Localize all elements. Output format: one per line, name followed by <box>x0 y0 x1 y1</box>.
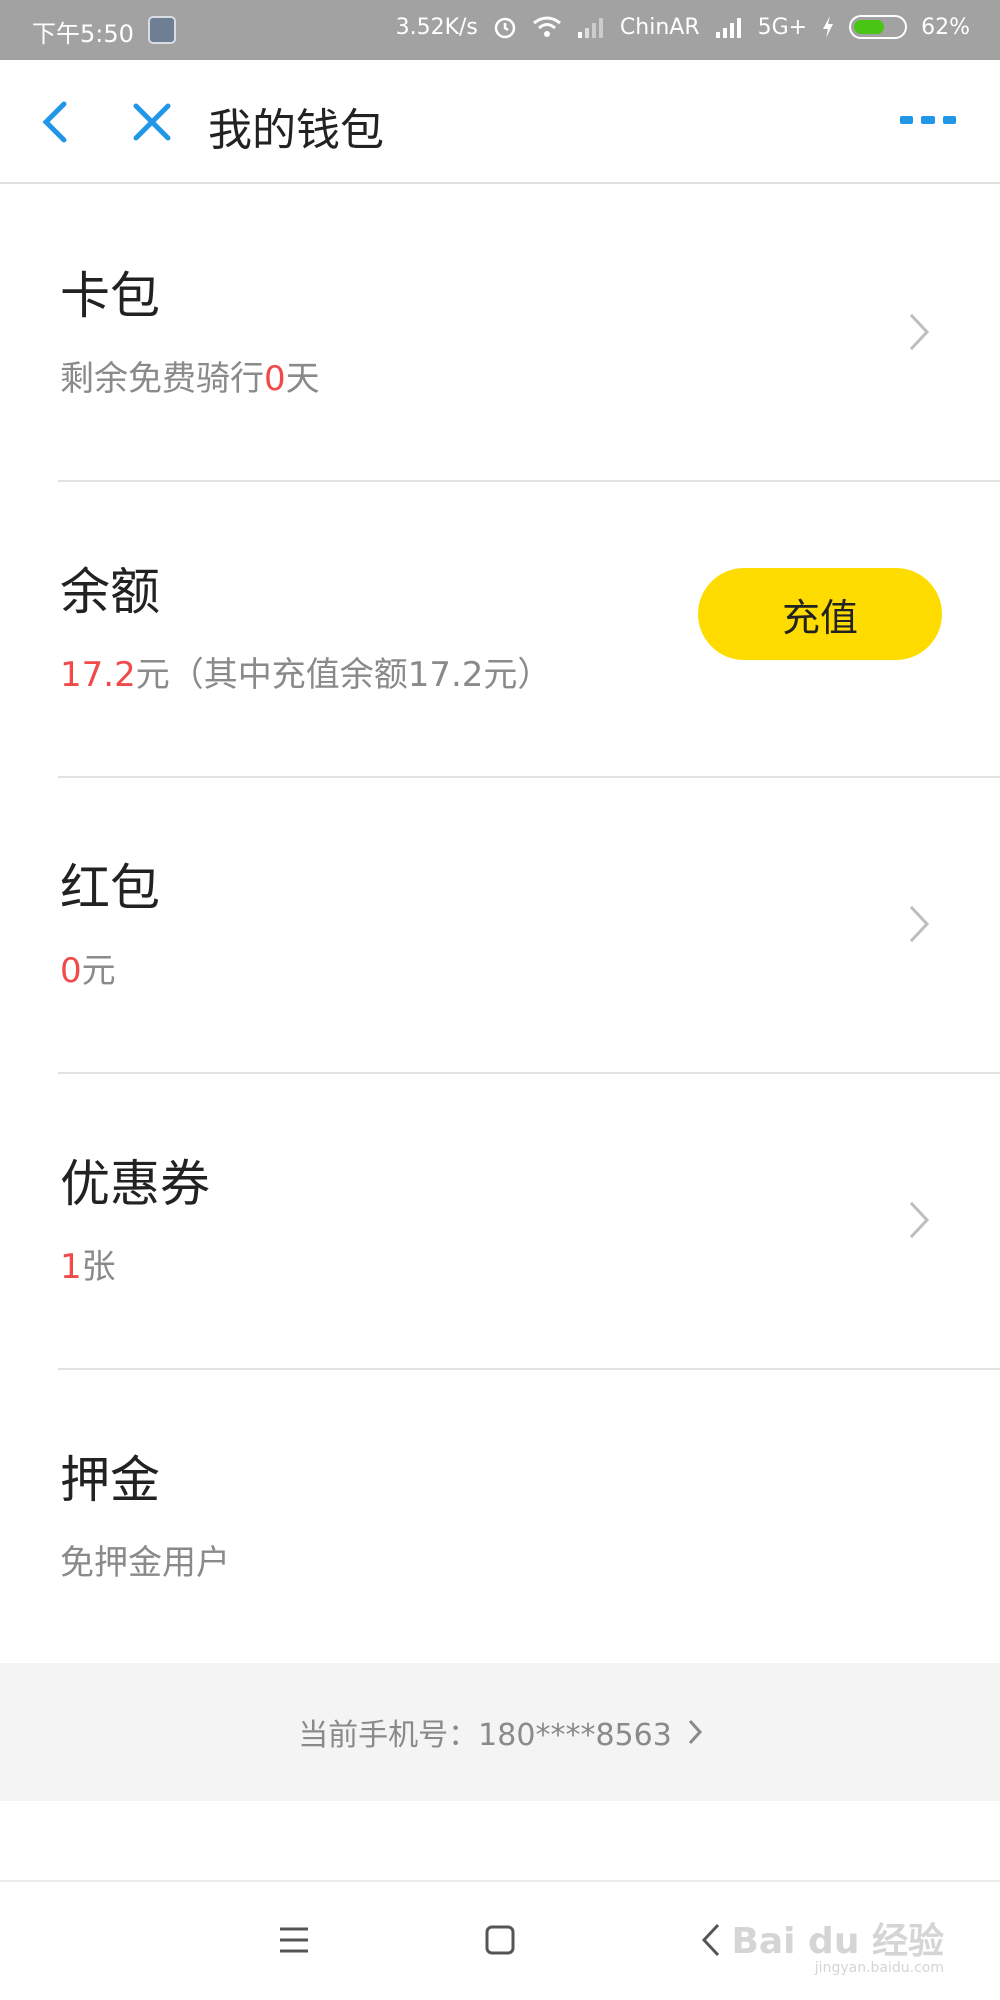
more-dot-icon <box>900 116 914 124</box>
red-packet-subtitle: 0元 <box>60 951 116 991</box>
signal-weak-icon <box>577 18 603 38</box>
chevron-right-icon <box>688 1719 702 1745</box>
network-speed: 3.52K/s <box>395 14 478 40</box>
balance-amount: 17.2 <box>60 655 136 695</box>
menu-icon[interactable] <box>278 1926 310 1954</box>
battery-percent: 62% <box>921 14 970 40</box>
chevron-left-icon <box>42 101 67 143</box>
card-pack-subtitle: 剩余免费骑行0天 <box>60 359 320 399</box>
chevron-right-icon <box>909 313 930 351</box>
red-packet-amount: 0 <box>60 951 82 991</box>
status-time: 下午5:50 <box>32 20 134 48</box>
current-phone-link[interactable]: 当前手机号：180****8563 <box>0 1663 1000 1801</box>
back-icon[interactable] <box>700 1922 722 1958</box>
more-dot-icon <box>942 116 956 124</box>
coupon-title: 优惠券 <box>60 1155 210 1213</box>
chevron-right-icon <box>909 1201 930 1239</box>
coupon-row[interactable]: 优惠券 1张 <box>0 1074 1000 1370</box>
more-button[interactable] <box>900 116 956 130</box>
card-pack-row[interactable]: 卡包 剩余免费骑行0天 <box>0 186 1000 482</box>
page-title: 我的钱包 <box>208 105 384 156</box>
deposit-title: 押金 <box>60 1451 160 1509</box>
recharge-button[interactable]: 充值 <box>698 568 942 660</box>
signal-icon <box>715 18 741 38</box>
card-pack-title: 卡包 <box>60 267 160 325</box>
balance-subtitle: 17.2元（其中充值余额17.2元） <box>60 655 552 695</box>
system-nav-bar: Bai du 经验 jingyan.baidu.com <box>0 1880 1000 2000</box>
chevron-right-icon <box>909 905 930 943</box>
network-type: 5G+ <box>757 14 808 40</box>
status-indicators: 3.52K/s ChinAR 5G+ 62% <box>396 14 970 40</box>
wifi-icon <box>532 16 561 37</box>
charging-icon <box>823 16 834 38</box>
battery-icon <box>849 15 908 39</box>
more-dot-icon <box>921 116 935 124</box>
watermark-url: jingyan.baidu.com <box>814 1960 944 1976</box>
balance-title: 余额 <box>60 563 160 621</box>
red-packet-title: 红包 <box>60 859 160 917</box>
status-bar: 下午5:50 3.52K/s ChinAR 5G+ 62% <box>0 0 1000 60</box>
app-header: 我的钱包 <box>0 60 1000 184</box>
current-phone-label: 当前手机号：180****8563 <box>298 1718 672 1753</box>
coupon-count: 1 <box>60 1247 82 1287</box>
back-button[interactable] <box>36 98 76 146</box>
close-button[interactable] <box>128 98 176 146</box>
home-icon[interactable] <box>484 1924 516 1956</box>
alarm-icon <box>494 17 516 39</box>
deposit-subtitle: 免押金用户 <box>60 1543 230 1583</box>
coupon-subtitle: 1张 <box>60 1247 116 1287</box>
red-packet-row[interactable]: 红包 0元 <box>0 778 1000 1074</box>
carrier-name: ChinAR <box>619 14 700 40</box>
balance-row: 余额 17.2元（其中充值余额17.2元） 充值 <box>0 482 1000 778</box>
notification-icon <box>148 16 176 44</box>
close-icon <box>133 103 171 141</box>
watermark: Bai du 经验 <box>731 1921 944 1962</box>
free-ride-days: 0 <box>264 359 286 399</box>
deposit-row: 押金 免押金用户 <box>0 1370 1000 1666</box>
